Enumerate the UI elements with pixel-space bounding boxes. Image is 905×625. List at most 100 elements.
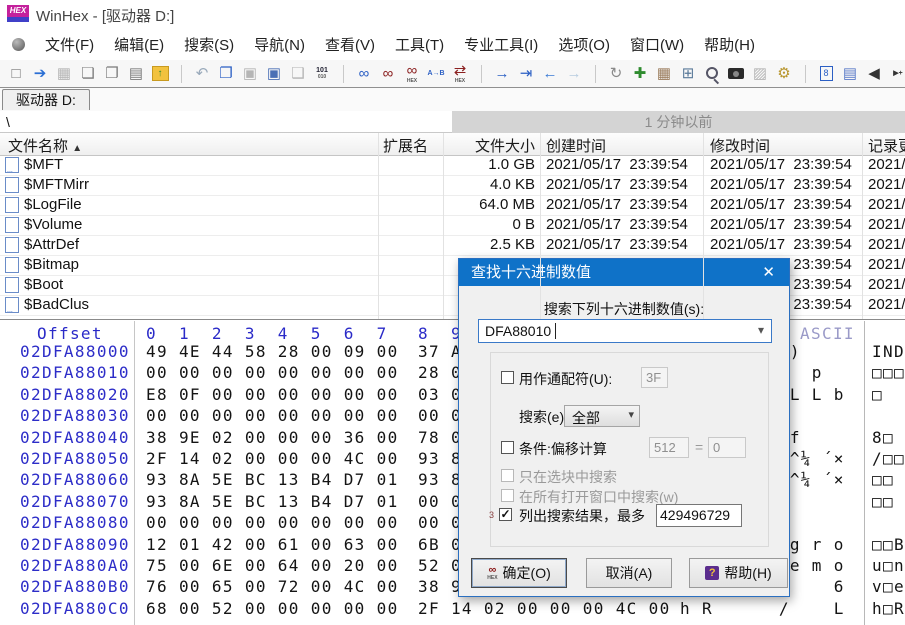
back-icon[interactable]: ← [538, 62, 562, 86]
open-folder-icon[interactable]: ↑ [148, 62, 172, 86]
new-file-icon[interactable]: □ [4, 62, 28, 86]
hex-row-bytes-low[interactable]: 75 00 6E 00 64 00 20 00 [146, 556, 399, 576]
magnifier-icon[interactable] [700, 62, 724, 86]
hex-row-ascii[interactable]: h R / L [680, 599, 856, 619]
hex-row-bytes-low[interactable]: 00 00 00 00 00 00 00 00 [146, 513, 399, 533]
find-data-icon[interactable]: ∞ [376, 62, 400, 86]
column-divider[interactable] [862, 133, 863, 319]
paste-icon[interactable]: ▣ [238, 62, 262, 86]
wildcard-char-field[interactable]: 3F [641, 367, 668, 388]
wildcard-checkbox[interactable] [501, 371, 514, 384]
list-results-checkbox[interactable]: ✓ [499, 508, 512, 521]
file-row[interactable]: $MFTMirr4.0 KB2021/05/17 23:39:542021/05… [0, 175, 905, 196]
column-header-ext[interactable]: 扩展名 [383, 135, 428, 156]
hex-row-bytes-low[interactable]: 93 8A 5E BC 13 B4 D7 01 [146, 492, 399, 512]
cancel-button[interactable]: 取消(A) [586, 558, 672, 588]
file-row[interactable]: ...$MFT1.0 GB2021/05/17 23:39:542021/05/… [0, 155, 905, 176]
current-path[interactable]: \ [0, 111, 452, 133]
menu-item[interactable]: 编辑(E) [104, 32, 174, 57]
tab-drive-d[interactable]: 驱动器 D: [2, 89, 90, 110]
hex-row-offset[interactable]: 02DFA880B0 [20, 577, 130, 597]
hex-row-ascii-secondary[interactable]: IND [872, 342, 905, 362]
condition-checkbox[interactable] [501, 441, 514, 454]
copy-block-icon[interactable]: ❑ [286, 62, 310, 86]
column-header-modified[interactable]: 修改时间 [710, 135, 770, 156]
hex-row-ascii-secondary[interactable]: v□e [872, 577, 905, 597]
condition-divisor-field[interactable]: 512 [649, 437, 689, 458]
hex-row-offset[interactable]: 02DFA88090 [20, 535, 130, 555]
column-divider[interactable] [443, 133, 444, 319]
hex-row-offset[interactable]: 02DFA880C0 [20, 599, 130, 619]
hex-row-ascii-secondary[interactable]: □□B [872, 535, 905, 555]
menu-item[interactable]: 工具(T) [385, 32, 454, 57]
hex-row-bytes-low[interactable]: 68 00 52 00 00 00 00 00 [146, 599, 399, 619]
binary-icon[interactable]: 101010 [310, 62, 334, 86]
search-scope-dropdown[interactable]: 全部 ▾ [564, 405, 640, 427]
hex-row-offset[interactable]: 02DFA88050 [20, 449, 130, 469]
hex-row-bytes-low[interactable]: 12 01 42 00 61 00 63 00 [146, 535, 399, 555]
hex-row-offset[interactable]: 02DFA88040 [20, 428, 130, 448]
details-panel-icon[interactable]: ▤ [838, 62, 862, 86]
hex-row-ascii-secondary[interactable]: □ [872, 385, 883, 405]
menu-item[interactable]: 窗口(W) [620, 32, 694, 57]
open-file-icon[interactable]: ➔ [28, 62, 52, 86]
hex-row-offset[interactable]: 02DFA88030 [20, 406, 130, 426]
hex-row-offset[interactable]: 02DFA880A0 [20, 556, 130, 576]
hex-row-ascii-secondary[interactable]: □□□ [872, 363, 905, 383]
ram-editor-icon[interactable]: ▦ [652, 62, 676, 86]
menu-item[interactable]: 选项(O) [548, 32, 620, 57]
gallery-icon[interactable]: ▨ [748, 62, 772, 86]
search-value-combobox[interactable]: DFA88010 ▾ [478, 319, 772, 343]
hex-row-bytes-low[interactable]: E8 0F 00 00 00 00 00 00 [146, 385, 399, 405]
column-divider[interactable] [378, 133, 379, 319]
menu-item[interactable]: 查看(V) [315, 32, 385, 57]
save-icon[interactable]: ▦ [52, 62, 76, 86]
hex-row-bytes-low[interactable]: 93 8A 5E BC 13 B4 D7 01 [146, 470, 399, 490]
hex-row-ascii-secondary[interactable]: /□□ [872, 449, 905, 469]
file-row[interactable]: $Volume0 B2021/05/17 23:39:542021/05/17 … [0, 215, 905, 236]
text-convert-icon[interactable]: A→B [424, 62, 448, 86]
hex-row-bytes-high[interactable]: 2F 14 02 00 00 00 4C 00 [418, 599, 671, 619]
ok-button[interactable]: ∞ HEX 确定(O) [471, 558, 567, 588]
close-icon[interactable]: ✕ [756, 259, 781, 286]
hex-row-bytes-low[interactable]: 00 00 00 00 00 00 00 00 [146, 406, 399, 426]
column-divider[interactable] [703, 133, 704, 319]
file-row[interactable]: $LogFile64.0 MB2021/05/17 23:39:542021/0… [0, 195, 905, 216]
condition-remainder-field[interactable]: 0 [708, 437, 746, 458]
camera-icon[interactable] [724, 62, 748, 86]
file-row[interactable]: $AttrDef2.5 KB2021/05/17 23:39:542021/05… [0, 235, 905, 256]
hex-row-bytes-low[interactable]: 49 4E 44 58 28 00 09 00 [146, 342, 399, 362]
next-window-icon[interactable]: ▶+ [886, 62, 905, 86]
document-system-icon[interactable] [12, 38, 25, 51]
hex-row-ascii-secondary[interactable]: h□R [872, 599, 905, 619]
hex-row-offset[interactable]: 02DFA88060 [20, 470, 130, 490]
add-disk-icon[interactable]: ✚ [628, 62, 652, 86]
help-button[interactable]: ? 帮助(H) [689, 558, 788, 588]
hex-row-offset[interactable]: 02DFA88020 [20, 385, 130, 405]
find-text-icon[interactable]: ∞ [352, 62, 376, 86]
hex-row-ascii-secondary[interactable]: u□n [872, 556, 905, 576]
hex-row-bytes-low[interactable]: 00 00 00 00 00 00 00 00 [146, 363, 399, 383]
goto-page-icon[interactable]: ⇥ [514, 62, 538, 86]
print-icon[interactable]: ❐ [100, 62, 124, 86]
menu-item[interactable]: 帮助(H) [694, 32, 765, 57]
hex-row-offset[interactable]: 02DFA88070 [20, 492, 130, 512]
column-header-created[interactable]: 创建时间 [546, 135, 606, 156]
properties-icon[interactable]: ▤ [124, 62, 148, 86]
column-header-size[interactable]: 文件大小 [443, 135, 535, 156]
goto-offset-icon[interactable]: → [490, 62, 514, 86]
menu-item[interactable]: 搜索(S) [174, 32, 244, 57]
max-results-field[interactable]: 429496729 [656, 504, 742, 527]
clipboard-icon[interactable]: ▣ [262, 62, 286, 86]
calculator-icon[interactable]: ⊞ [676, 62, 700, 86]
print-preview-icon[interactable]: ❏ [76, 62, 100, 86]
menu-item[interactable]: 专业工具(I) [454, 32, 548, 57]
copy-icon[interactable]: ❐ [214, 62, 238, 86]
hex-row-bytes-low[interactable]: 76 00 65 00 72 00 4C 00 [146, 577, 399, 597]
column-header-name[interactable]: 文件名称 ▲ [8, 135, 82, 156]
hex-row-bytes-low[interactable]: 2F 14 02 00 00 00 4C 00 [146, 449, 399, 469]
menu-item[interactable]: 文件(F) [35, 32, 104, 57]
hex-convert-icon[interactable]: ⇄HEX [448, 62, 472, 86]
hex-row-offset[interactable]: 02DFA88000 [20, 342, 130, 362]
column-header-record[interactable]: 记录更新时间 [868, 135, 905, 156]
